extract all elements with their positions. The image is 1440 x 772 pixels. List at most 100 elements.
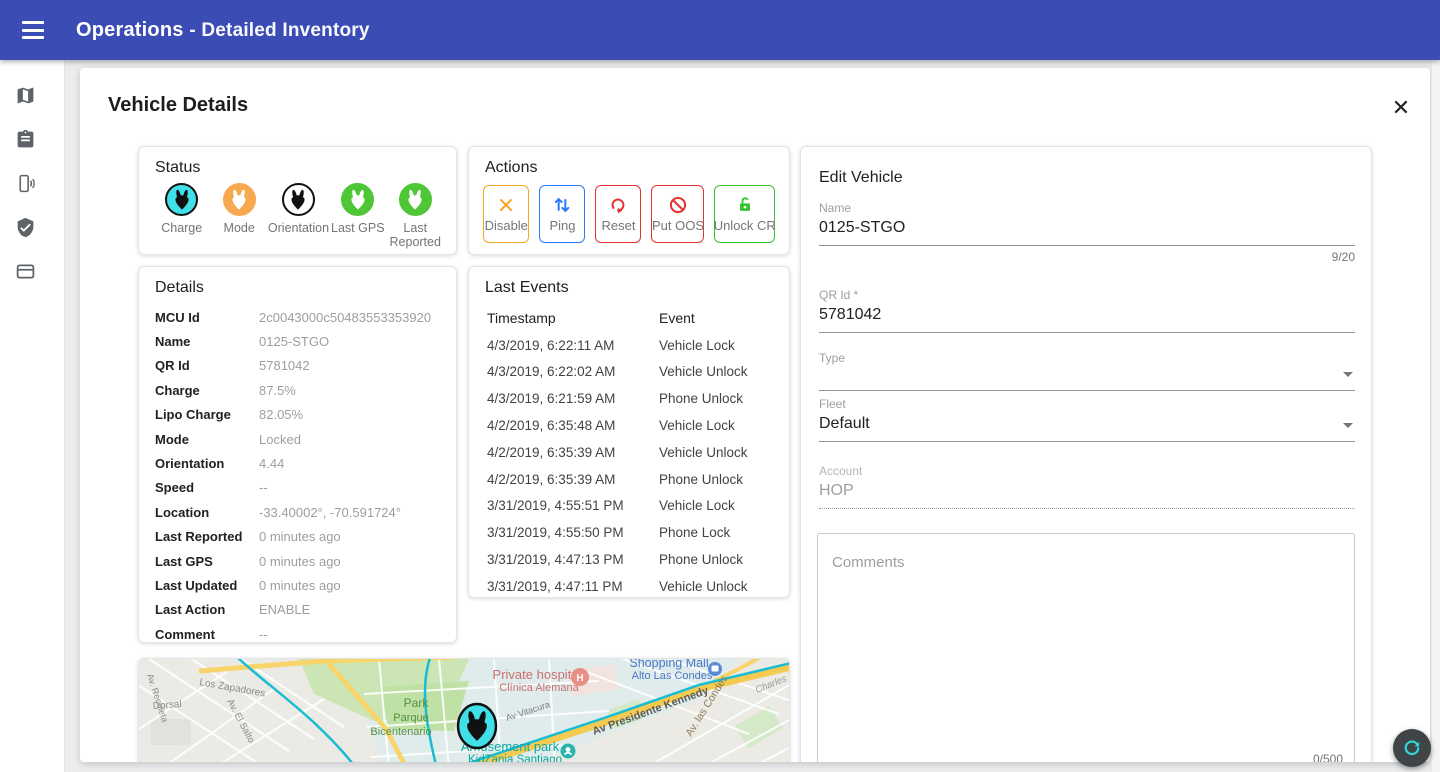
events-row: 4/2/2019, 6:35:48 AM Vehicle Lock: [487, 412, 773, 439]
events-row: 3/31/2019, 4:47:11 PM Vehicle Unlock: [487, 573, 773, 600]
qr-id-input[interactable]: [819, 302, 1355, 333]
fleet-label: Fleet: [819, 397, 1355, 411]
details-rows: MCU Id 2c0043000c50483553353920 Name 012…: [139, 301, 456, 646]
details-row-label: Mode: [155, 432, 259, 447]
details-row-label: Charge: [155, 383, 259, 398]
details-row-label: Name: [155, 334, 259, 349]
qr-id-field-group: QR Id *: [819, 288, 1355, 333]
refresh-fab[interactable]: [1393, 729, 1431, 767]
edit-vehicle-card: Edit Vehicle Name 9/20 QR Id * Type Flee…: [800, 146, 1372, 762]
fleet-select[interactable]: Fleet Default: [819, 397, 1355, 442]
events-row: 4/3/2019, 6:22:02 AM Vehicle Unlock: [487, 359, 773, 386]
details-row-value: Locked: [259, 432, 440, 447]
details-row-label: MCU Id: [155, 310, 259, 325]
qr-id-label: QR Id *: [819, 288, 1355, 302]
status-indicator-label: Last Reported: [387, 221, 444, 249]
x-icon: [496, 195, 516, 215]
status-indicator: Charge: [153, 183, 210, 249]
rail-item-devices[interactable]: [0, 161, 65, 205]
status-indicator: Last GPS: [329, 183, 386, 249]
status-card-title: Status: [139, 147, 456, 181]
events-row: 4/3/2019, 6:22:11 AM Vehicle Lock: [487, 332, 773, 359]
rabbit-status-icon: [399, 183, 432, 216]
details-row: Charge 87.5%: [155, 378, 440, 402]
details-row-label: Lipo Charge: [155, 407, 259, 422]
details-row: QR Id 5781042: [155, 354, 440, 378]
details-row-value: 0125-STGO: [259, 334, 440, 349]
details-row-value: 87.5%: [259, 383, 440, 398]
put-oos-button[interactable]: Unlock CR Put OOS: [651, 185, 704, 243]
chevron-down-icon: [1343, 423, 1353, 428]
map-label-park-3: Bicentenario: [370, 726, 431, 738]
block-icon: [668, 195, 688, 215]
unlock-cr-button[interactable]: Unlock CR: [714, 185, 775, 243]
last-events-card: Last Events Timestamp Event 4/3/2019, 6:…: [468, 266, 790, 598]
details-card-title: Details: [139, 267, 456, 301]
events-col-timestamp: Timestamp: [487, 310, 659, 326]
account-field-group: Account HOP: [819, 464, 1355, 509]
details-row-value: -33.40002°, -70.591724°: [259, 505, 440, 520]
map-label-hospital-2: Clínica Alemana: [499, 682, 579, 694]
details-row-value: 2c0043000c50483553353920: [259, 310, 440, 325]
arrows-up-down-icon: [552, 195, 572, 215]
details-row: Last Updated 0 minutes ago: [155, 573, 440, 597]
scrollbar-gutter[interactable]: [1431, 60, 1440, 772]
reset-button[interactable]: Reset: [595, 185, 641, 243]
details-row: Last GPS 0 minutes ago: [155, 549, 440, 573]
type-select[interactable]: Type: [819, 351, 1355, 391]
chevron-down-icon: [1343, 372, 1353, 377]
details-row-label: Last Action: [155, 602, 259, 617]
events-table: Timestamp Event 4/3/2019, 6:22:11 AM Veh…: [469, 301, 789, 600]
status-indicator-label: Last GPS: [331, 221, 385, 235]
details-row: Lipo Charge 82.05%: [155, 403, 440, 427]
details-row-value: 0 minutes ago: [259, 529, 440, 544]
vehicle-details-panel: Vehicle Details ✕ Status Charge: [80, 68, 1430, 762]
event-name: Vehicle Lock: [659, 418, 773, 433]
event-name: Vehicle Lock: [659, 498, 773, 513]
status-indicator-label: Mode: [224, 221, 255, 235]
ping-button[interactable]: Ping: [539, 185, 585, 243]
details-row-label: Location: [155, 505, 259, 520]
refresh-icon: [1402, 738, 1422, 758]
rail-item-billing[interactable]: [0, 249, 65, 293]
disable-button[interactable]: Disable: [483, 185, 529, 243]
status-indicator-label: Orientation: [268, 221, 329, 235]
details-card: Details MCU Id 2c0043000c50483553353920 …: [138, 266, 457, 643]
map-label-shopping-2: Alto Las Condes: [632, 670, 713, 682]
account-value: HOP: [819, 478, 1355, 509]
event-timestamp: 4/3/2019, 6:22:02 AM: [487, 364, 659, 379]
event-name: Vehicle Unlock: [659, 579, 773, 594]
menu-icon[interactable]: [12, 10, 56, 50]
rail-item-tasks[interactable]: [0, 117, 65, 161]
events-row: 3/31/2019, 4:55:50 PM Phone Lock: [487, 519, 773, 546]
type-value: [819, 365, 1355, 391]
close-icon[interactable]: ✕: [1385, 92, 1417, 124]
details-row-label: Last Reported: [155, 529, 259, 544]
details-row: Mode Locked: [155, 427, 440, 451]
comments-textarea[interactable]: [817, 533, 1355, 762]
details-row: Last Action ENABLE: [155, 598, 440, 622]
status-indicator-label: Charge: [161, 221, 202, 235]
details-row-label: Orientation: [155, 456, 259, 471]
details-row-value: 4.44: [259, 456, 440, 471]
details-row-value: 82.05%: [259, 407, 440, 422]
details-row-label: Last GPS: [155, 554, 259, 569]
details-row-value: 0 minutes ago: [259, 554, 440, 569]
vehicle-location-map[interactable]: Los Zapadores Av. Recoleta Dorsal Av. El…: [138, 658, 790, 762]
details-row: Last Reported 0 minutes ago: [155, 525, 440, 549]
name-input[interactable]: [819, 215, 1355, 246]
event-timestamp: 4/3/2019, 6:21:59 AM: [487, 391, 659, 406]
details-row-value: 5781042: [259, 358, 440, 373]
page-title-secondary: - Detailed Inventory: [189, 20, 369, 41]
map-label-amusement-2: KidZania Santiago: [468, 754, 562, 762]
rail-item-security[interactable]: [0, 205, 65, 249]
rail-item-map[interactable]: [0, 73, 65, 117]
shopping-marker: [708, 662, 722, 676]
rabbit-status-icon: [341, 183, 374, 216]
event-name: Vehicle Unlock: [659, 364, 773, 379]
details-row: Location -33.40002°, -70.591724°: [155, 500, 440, 524]
details-row-value: 0 minutes ago: [259, 578, 440, 593]
vehicle-marker[interactable]: [458, 704, 496, 748]
event-name: Vehicle Lock: [659, 338, 773, 353]
details-row-value: --: [259, 627, 440, 642]
